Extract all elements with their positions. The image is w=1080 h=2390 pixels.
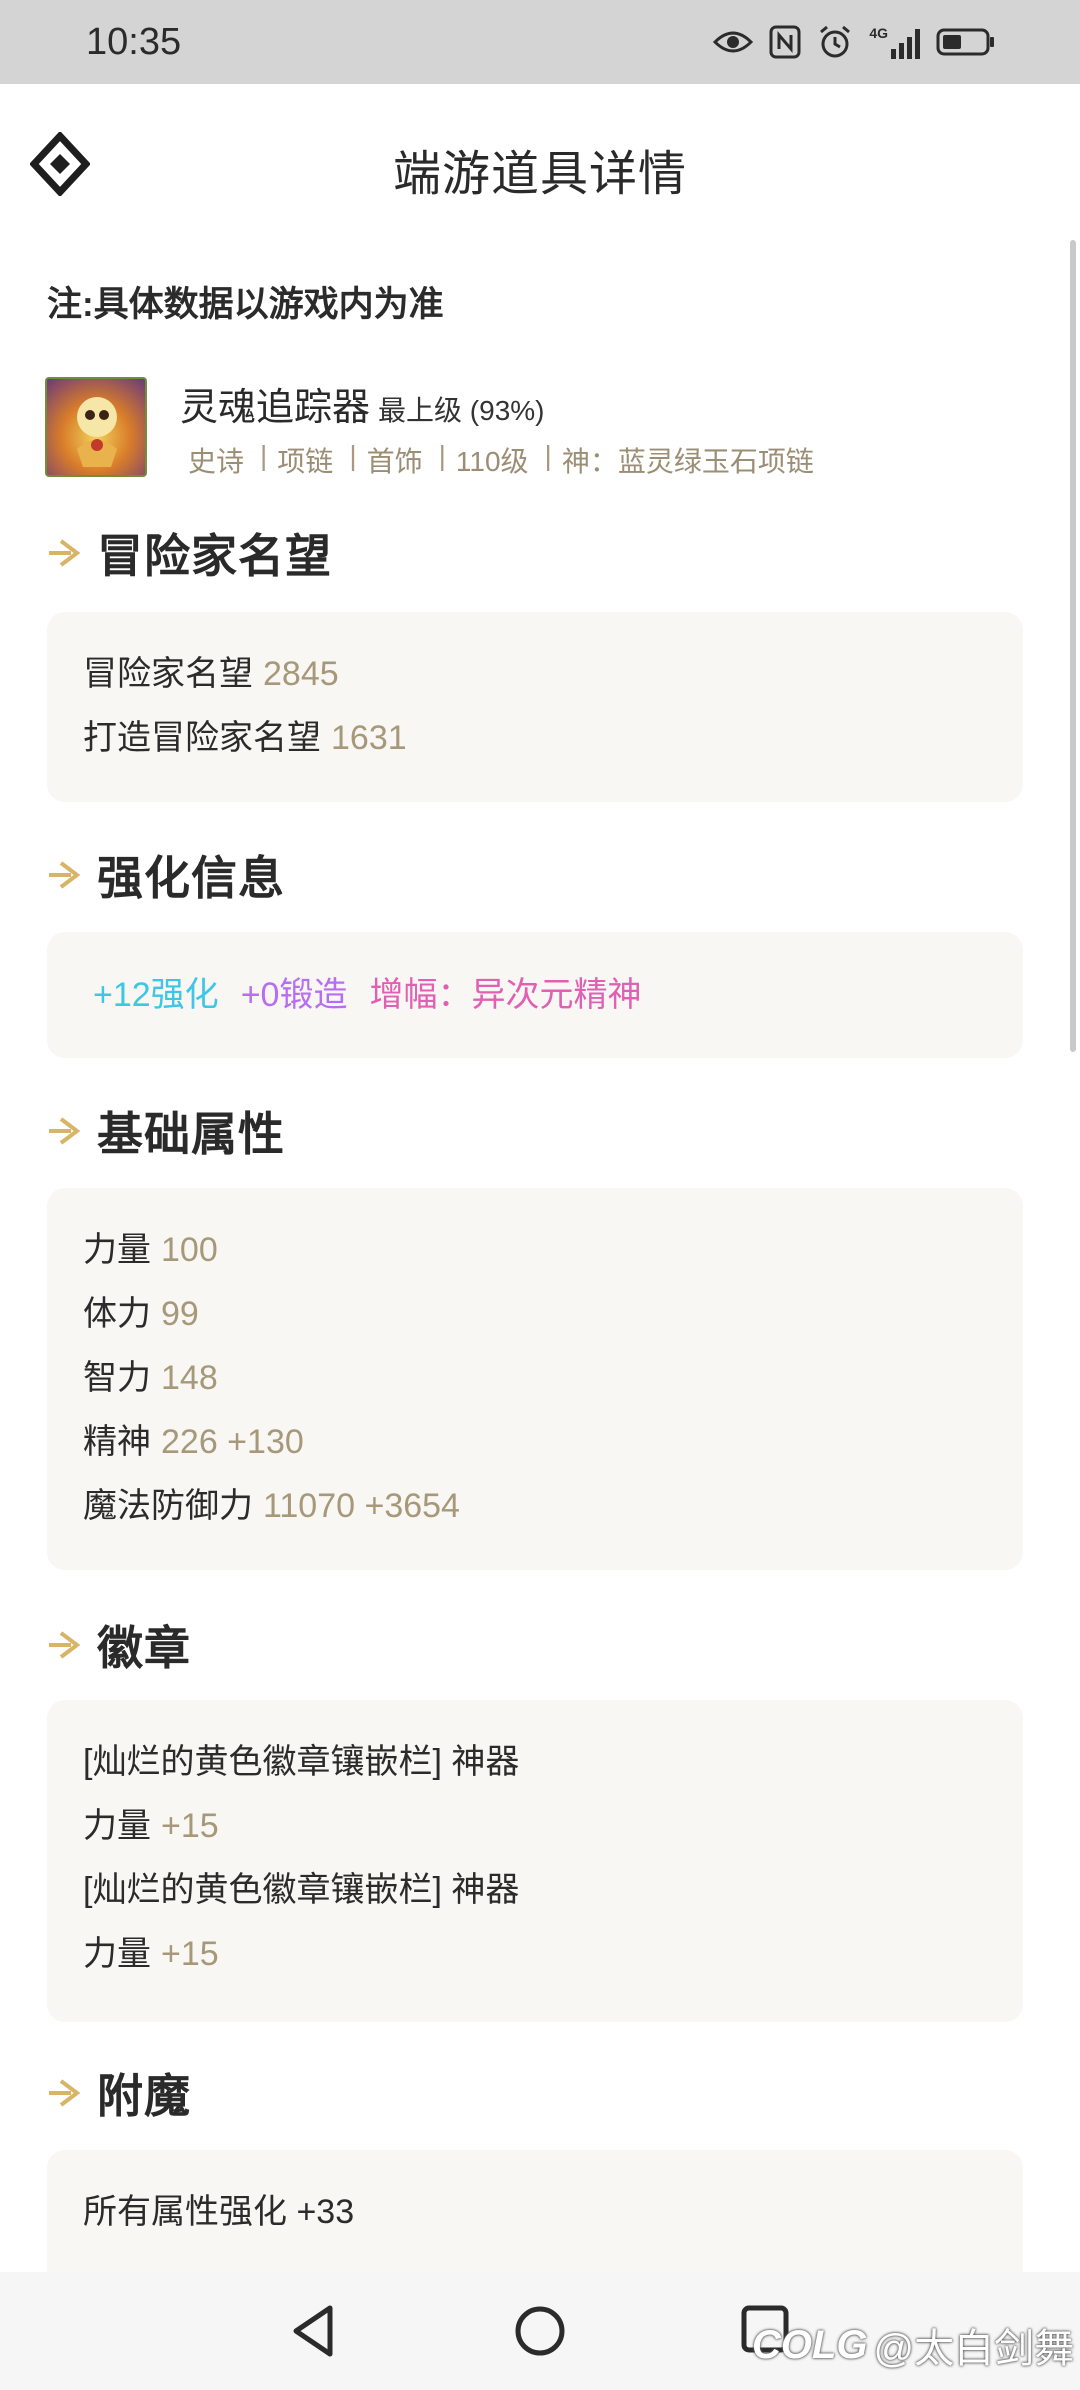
arrow-right-icon	[49, 1117, 81, 1145]
arrow-right-icon	[49, 1631, 81, 1659]
stat-row: 力量 +15	[83, 1807, 219, 1845]
stat-row: [灿烂的黄色徽章镶嵌栏] 神器	[83, 1871, 520, 1909]
section-title-base: 基础属性	[45, 1098, 285, 1164]
stat-row: 体力 99	[83, 1295, 199, 1333]
scrollbar[interactable]	[1070, 240, 1076, 1052]
stat-row: 力量 100	[83, 1231, 218, 1269]
item-tag-level: 110级	[455, 446, 529, 477]
section-label: 附魔	[97, 2070, 191, 2122]
item-tag-rarity: 史诗	[188, 446, 245, 477]
stat-row: 智力 148	[83, 1359, 218, 1397]
item-grade: 最上级 (93%)	[378, 395, 545, 426]
section-title-emblem: 徽章	[45, 1612, 191, 1678]
stat-row: 魔法防御力 11070 +3654	[83, 1487, 460, 1525]
emblem-card: [灿烂的黄色徽章镶嵌栏] 神器 力量 +15 [灿烂的黄色徽章镶嵌栏] 神器 力量…	[47, 1700, 1023, 2022]
nfc-icon	[769, 25, 801, 59]
arrow-right-icon	[49, 2079, 81, 2107]
network-label: 4G	[869, 25, 888, 41]
item-name-row: 灵魂追踪器 最上级 (93%)	[180, 376, 545, 431]
section-label: 徽章	[97, 1622, 191, 1674]
item-tag-type: 首饰	[366, 446, 423, 477]
section-label: 冒险家名望	[97, 530, 332, 582]
stat-row: 所有属性强化 +33	[83, 2193, 355, 2231]
stat-row: 冒险家名望 2845	[83, 655, 339, 693]
status-bar: 10:35 4G	[0, 0, 1080, 84]
item-name: 灵魂追踪器	[180, 387, 371, 429]
reinforce-value: +12强化	[93, 976, 219, 1014]
battery-icon	[936, 28, 994, 56]
item-tag-slot: 项链	[277, 446, 334, 477]
status-icons: 4G	[713, 24, 996, 60]
enchant-card: 所有属性强化 +33	[47, 2150, 1023, 2290]
signal-4g-icon: 4G	[869, 25, 920, 59]
watermark-text: @太白剑舞	[873, 2327, 1075, 2371]
section-label: 基础属性	[97, 1108, 285, 1160]
arrow-right-icon	[49, 861, 81, 889]
page-title: 端游道具详情	[392, 148, 687, 201]
item-tag-god: 神：蓝灵绿玉石项链	[561, 446, 814, 477]
stat-row: [灿烂的黄色徽章镶嵌栏] 神器	[83, 1743, 520, 1781]
item-icon	[45, 377, 147, 477]
stat-row: 打造冒险家名望 1631	[83, 719, 407, 757]
section-title-enhance: 强化信息	[45, 842, 285, 908]
base-stats-card: 力量 100 体力 99 智力 148 精神 226 +130 魔法防御力 11070 +…	[47, 1188, 1023, 1570]
page: 10:35 4G 端游道具详情 注:具体数据以游戏内为准 灵魂追踪器 最上级 (…	[0, 0, 1080, 2390]
stat-row: 力量 +15	[83, 1935, 219, 1973]
forge-value: +0锻造	[240, 976, 348, 1014]
reputation-card: 冒险家名望 2845 打造冒险家名望 1631	[47, 612, 1023, 802]
back-icon[interactable]	[280, 2296, 350, 2366]
item-tags: 史诗 | 项链 | 首饰 | 110级 | 神：蓝灵绿玉石项链	[188, 440, 814, 480]
arrow-right-icon	[49, 539, 81, 567]
alarm-icon	[820, 25, 851, 58]
watermark-logo: COLG	[752, 2322, 868, 2367]
watermark: COLG @太白剑舞	[752, 2316, 1074, 2374]
enhance-card: +12强化 +0锻造 增幅：异次元精神	[47, 932, 1023, 1058]
section-title-reputation: 冒险家名望	[45, 520, 332, 586]
disclaimer-note: 注:具体数据以游戏内为准	[47, 285, 444, 324]
section-title-enchant: 附魔	[45, 2060, 191, 2126]
eye-icon	[713, 31, 754, 53]
section-label: 强化信息	[97, 852, 285, 904]
home-icon[interactable]	[505, 2296, 575, 2366]
header: 端游道具详情	[0, 84, 1080, 244]
amplify-value: 增幅：异次元精神	[369, 976, 642, 1014]
status-time: 10:35	[86, 20, 182, 63]
stat-row: 精神 226 +130	[83, 1423, 304, 1461]
